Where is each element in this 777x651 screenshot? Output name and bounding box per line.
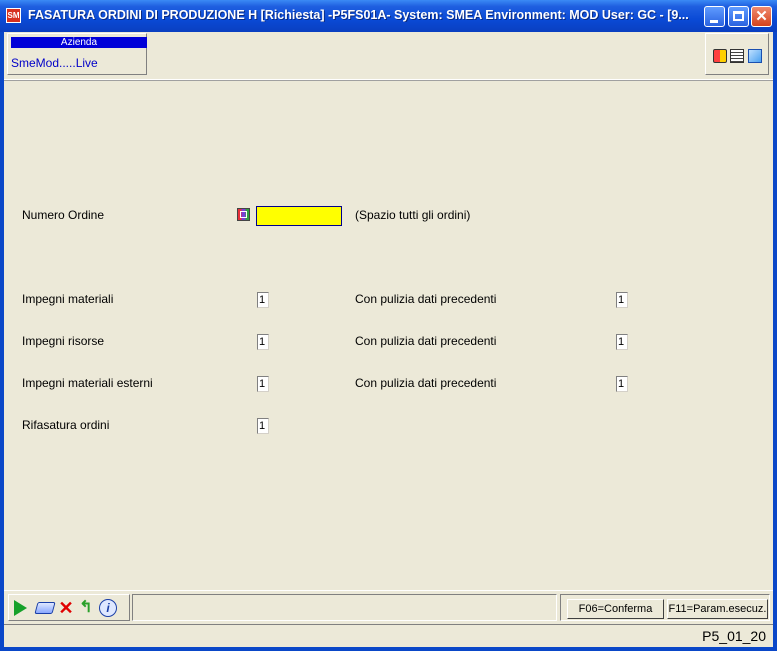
impegni-materiali-field[interactable]: 1: [257, 292, 269, 308]
title-bar[interactable]: SM FASATURA ORDINI DI PRODUZIONE H [Rich…: [0, 0, 777, 32]
numero-ordine-label: Numero Ordine: [22, 208, 105, 222]
pulizia-risorse-field[interactable]: 1: [616, 334, 628, 350]
impegni-materiali-esterni-label: Impegni materiali esterni: [22, 376, 153, 390]
azienda-value: SmeMod.....Live: [11, 56, 98, 70]
info-icon[interactable]: i: [99, 599, 117, 617]
rifasatura-ordini-field[interactable]: 1: [257, 418, 269, 434]
window-title: FASATURA ORDINI DI PRODUZIONE H [Richies…: [28, 8, 689, 22]
help-book-icon[interactable]: [748, 49, 762, 63]
clear-icon[interactable]: [34, 602, 56, 614]
close-button[interactable]: ✕: [751, 6, 772, 27]
status-bar: P5_01_20: [4, 624, 773, 648]
impegni-risorse-field[interactable]: 1: [257, 334, 269, 350]
lookup-icon[interactable]: [237, 208, 250, 221]
header-panel: Azienda SmeMod.....Live: [4, 32, 773, 80]
client-area: Azienda SmeMod.....Live Numero Ordine (S…: [4, 32, 773, 647]
close-icon: ✕: [755, 8, 768, 25]
pulizia-risorse-label: Con pulizia dati precedenti: [355, 334, 497, 348]
application-window: SM FASATURA ORDINI DI PRODUZIONE H [Rich…: [0, 0, 777, 651]
numero-ordine-input[interactable]: [256, 206, 342, 226]
numero-ordine-hint: (Spazio tutti gli ordini): [355, 208, 471, 222]
monitor-icon[interactable]: [713, 49, 727, 63]
azienda-label: Azienda: [11, 37, 147, 48]
azienda-box: Azienda SmeMod.....Live: [7, 33, 147, 75]
bottom-toolbar: ✕ ↰ i F06=Conferma F11=Param.esecuz.: [4, 590, 773, 623]
pulizia-materiali-field[interactable]: 1: [616, 292, 628, 308]
cancel-icon[interactable]: ✕: [57, 599, 75, 617]
f11-param-button[interactable]: F11=Param.esecuz.: [667, 599, 768, 619]
message-panel: [132, 594, 557, 621]
action-buttons: ✕ ↰ i: [8, 594, 130, 621]
rifasatura-ordini-label: Rifasatura ordini: [22, 418, 110, 432]
status-code: P5_01_20: [702, 628, 766, 644]
pulizia-materiali-label: Con pulizia dati precedenti: [355, 292, 497, 306]
minimize-button[interactable]: [704, 6, 725, 27]
document-icon[interactable]: [730, 49, 744, 63]
header-toolbar: [705, 33, 769, 75]
impegni-materiali-label: Impegni materiali: [22, 292, 114, 306]
pulizia-esterni-field[interactable]: 1: [616, 376, 628, 392]
maximize-icon: [733, 11, 744, 21]
function-keys: F06=Conferma F11=Param.esecuz.: [560, 594, 770, 621]
minimize-icon: [710, 20, 718, 23]
maximize-button[interactable]: [728, 6, 749, 27]
impegni-risorse-label: Impegni risorse: [22, 334, 105, 348]
run-icon[interactable]: [14, 600, 27, 616]
pulizia-esterni-label: Con pulizia dati precedenti: [355, 376, 497, 390]
back-icon[interactable]: ↰: [77, 599, 95, 617]
f06-conferma-button[interactable]: F06=Conferma: [567, 599, 664, 619]
app-icon[interactable]: SM: [6, 8, 21, 23]
impegni-materiali-esterni-field[interactable]: 1: [257, 376, 269, 392]
